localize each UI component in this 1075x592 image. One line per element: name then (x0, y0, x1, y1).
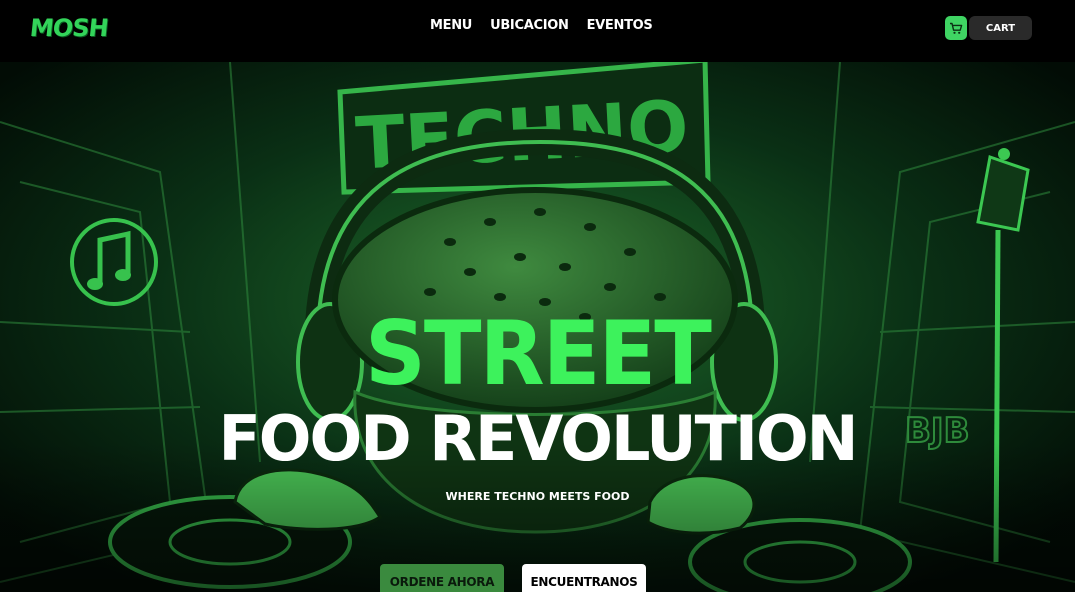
find-us-button[interactable]: ENCUENTRANOS (522, 564, 646, 592)
hero-section: BJB TECHNO STREET FOOD REVOLUTION WHERE … (0, 62, 1075, 592)
hero-headline-food-revolution: FOOD REVOLUTION (218, 402, 858, 475)
top-navigation-bar: MOSH MENU UBICACION EVENTOS CART (0, 0, 1075, 62)
nav-link-eventos[interactable]: EVENTOS (587, 18, 653, 33)
cart-button[interactable]: CART (969, 16, 1032, 40)
cart-group: CART (945, 16, 1032, 40)
nav-link-ubicacion[interactable]: UBICACION (490, 18, 569, 33)
nav-link-menu[interactable]: MENU (430, 18, 472, 33)
order-now-button[interactable]: ORDENE AHORA (380, 564, 504, 592)
main-nav: MENU UBICACION EVENTOS (430, 18, 653, 33)
cart-icon[interactable] (945, 16, 967, 40)
brand-logo[interactable]: MOSH (29, 14, 110, 42)
hero-headline-street: STREET (364, 302, 712, 405)
hero-tagline: WHERE TECHNO MEETS FOOD (445, 490, 630, 503)
